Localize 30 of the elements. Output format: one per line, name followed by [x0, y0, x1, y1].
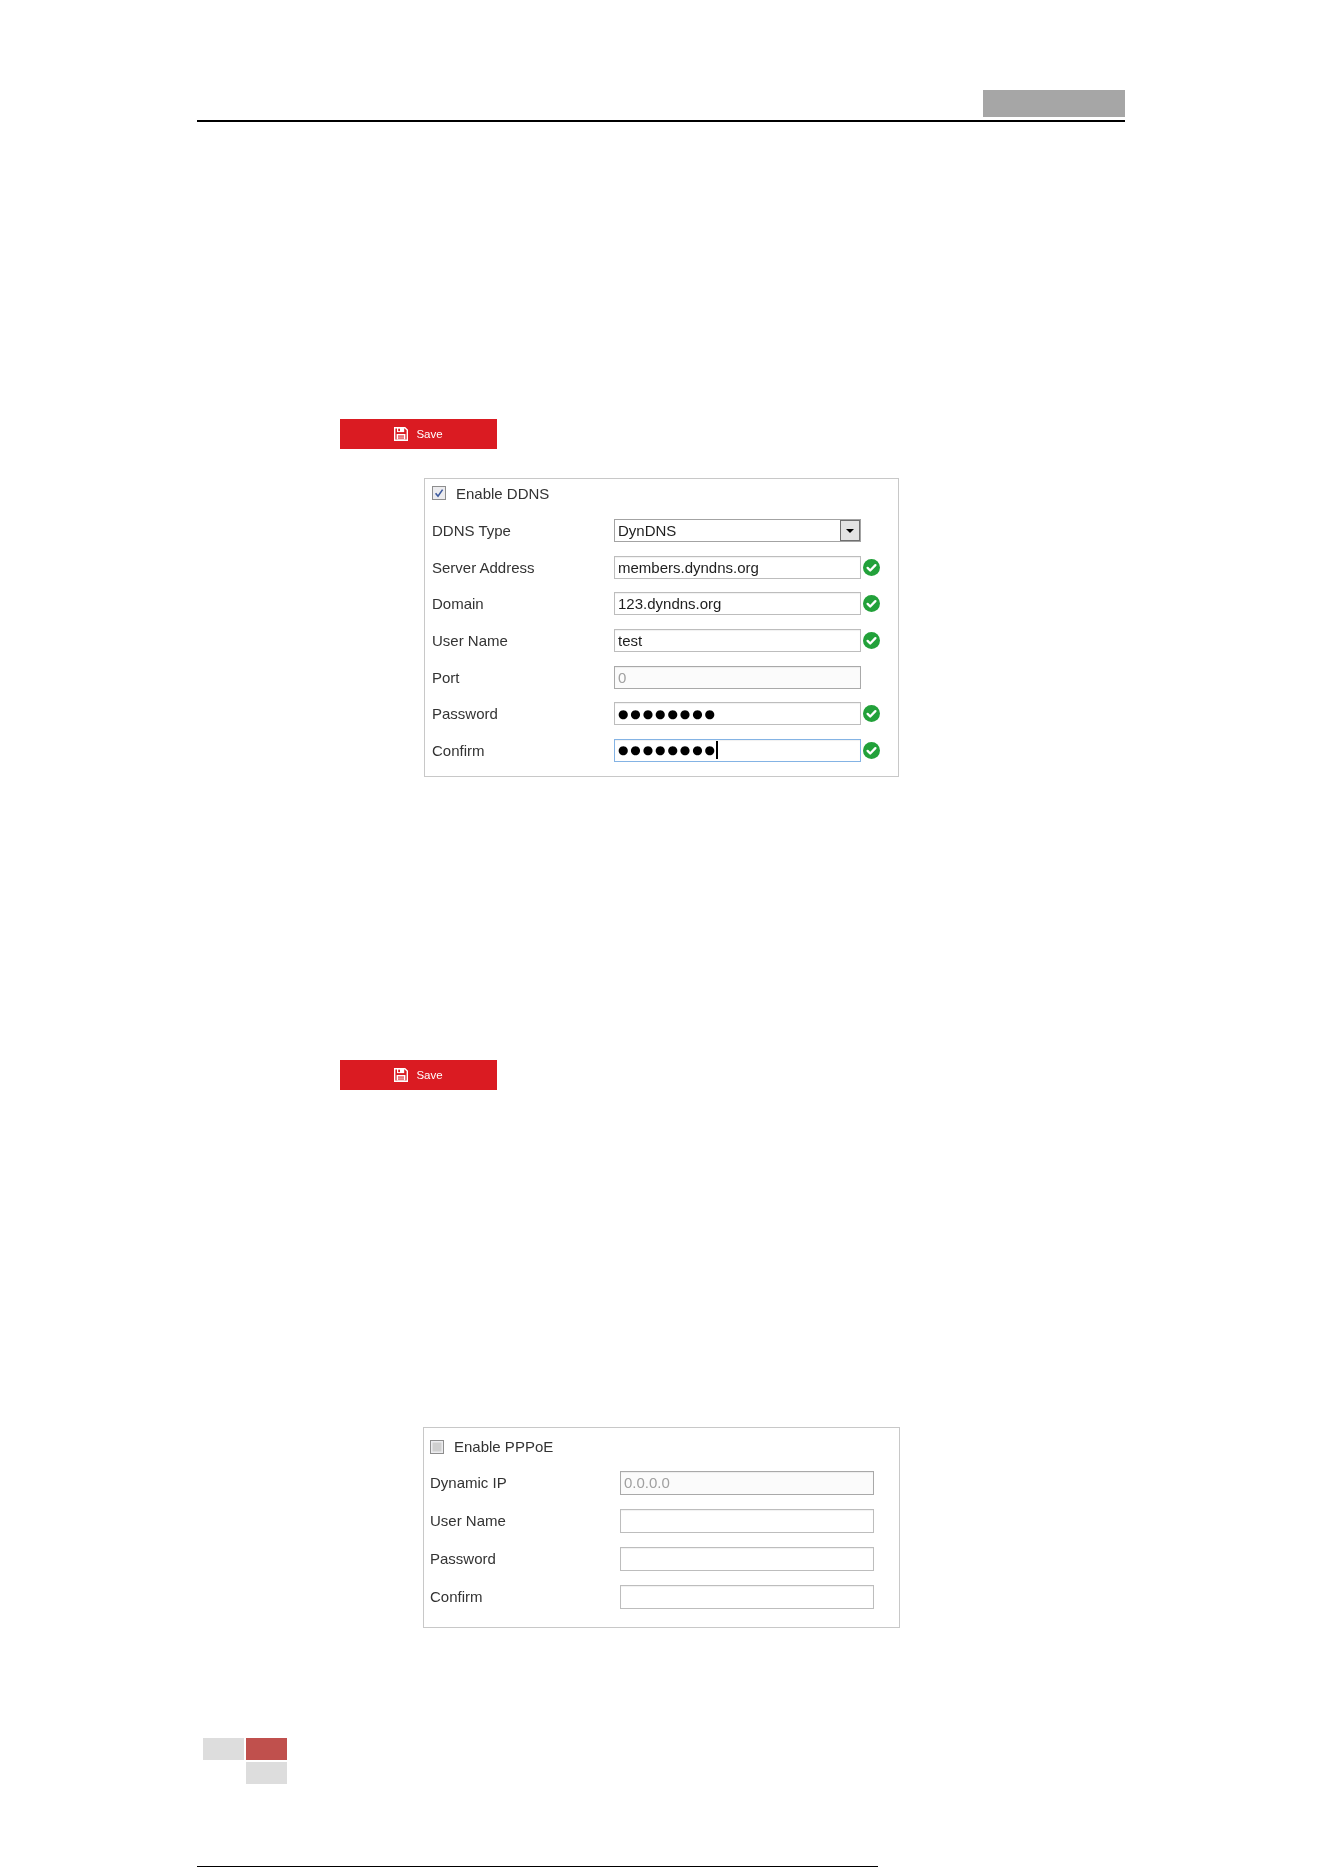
corner-tile [246, 1761, 287, 1784]
save-button[interactable]: Save [340, 1059, 497, 1090]
field-label: Dynamic IP [430, 1474, 508, 1492]
password-field[interactable] [620, 1546, 874, 1571]
text-field[interactable]: test [614, 628, 861, 652]
checkbox-label: Enable PPPoE [454, 1438, 554, 1456]
field-label: Confirm [432, 741, 486, 759]
save-button[interactable]: Save [340, 419, 497, 449]
field-label: Confirm [430, 1588, 484, 1606]
password-field[interactable]: ●●●●●●●● [614, 738, 861, 762]
corner-tile [203, 1737, 244, 1760]
text-field[interactable]: 123.dyndns.org [614, 592, 861, 616]
field-label: User Name [432, 631, 509, 649]
field-label: Password [430, 1550, 497, 1568]
dropdown-field[interactable]: DynDNS [614, 519, 861, 542]
field-label: Domain [432, 595, 485, 613]
corner-tile [246, 1737, 287, 1760]
password-field[interactable] [620, 1584, 874, 1609]
field-label: Server Address [432, 558, 536, 576]
password-field[interactable]: ●●●●●●●● [614, 702, 861, 726]
field-label: User Name [430, 1512, 507, 1530]
field-label: Password [432, 705, 499, 723]
field-label: Port [432, 668, 461, 686]
text-field[interactable] [620, 1508, 874, 1533]
checkbox-label: Enable DDNS [456, 484, 550, 502]
field-label: DDNS Type [432, 522, 512, 539]
text-field[interactable]: members.dyndns.org [614, 555, 861, 579]
checkbox[interactable] [430, 1439, 444, 1454]
caret-icon[interactable] [840, 520, 860, 541]
checkbox[interactable] [432, 486, 446, 500]
